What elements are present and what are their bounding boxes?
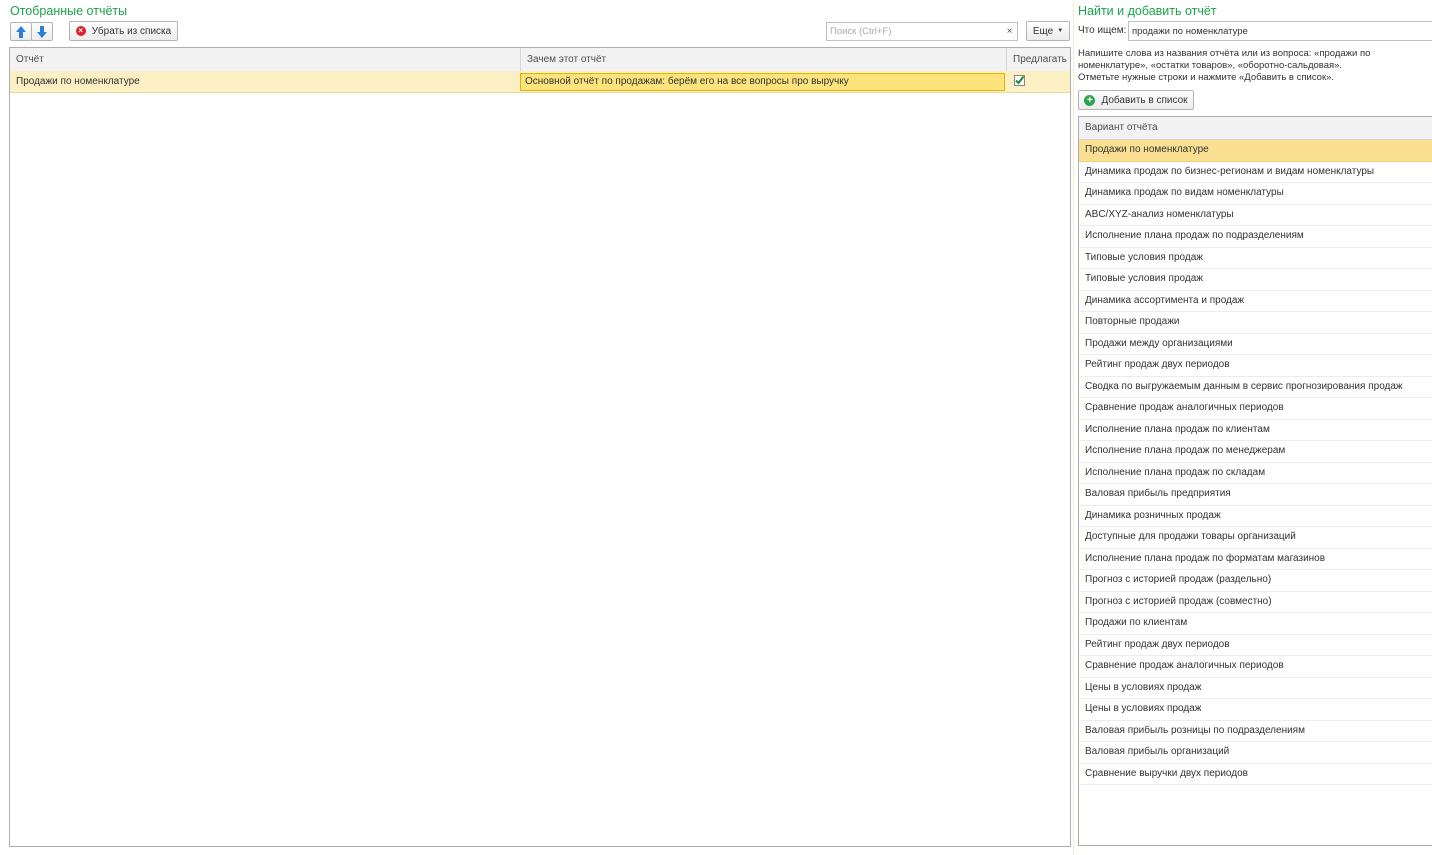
panel-divider — [1073, 0, 1074, 855]
more-label: Еще — [1032, 25, 1054, 37]
list-item[interactable]: Динамика розничных продаж — [1079, 506, 1432, 527]
list-item[interactable]: Повторные продажи — [1079, 312, 1432, 334]
report-variants-list[interactable]: Вариант отчёта Продажи по номенклатуре Ди… — [1078, 116, 1432, 846]
search-label: Что ищем: — [1078, 25, 1127, 36]
report-name-cell[interactable]: Продажи по номенклатуре — [10, 71, 520, 92]
list-item[interactable]: Исполнение плана продаж по складам — [1079, 463, 1432, 484]
chevron-down-icon: ▼ — [1057, 28, 1064, 34]
list-item[interactable]: Рейтинг продаж двух периодов — [1079, 355, 1432, 377]
table-header: Отчёт Зачем этот отчёт Предлагать — [10, 48, 1070, 72]
find-report-title: Найти и добавить отчёт — [1078, 4, 1217, 18]
add-to-list-button[interactable]: + Добавить в список — [1078, 90, 1194, 110]
selected-reports-table[interactable]: Отчёт Зачем этот отчёт Предлагать Продаж… — [9, 47, 1071, 847]
remove-from-list-button[interactable]: × Убрать из списка — [69, 21, 178, 41]
move-up-button[interactable] — [10, 22, 32, 41]
list-item[interactable]: ABC/XYZ-анализ номенклатуры — [1079, 205, 1432, 226]
list-item[interactable]: Типовые условия продаж — [1079, 248, 1432, 269]
suggest-checkbox[interactable] — [1014, 75, 1025, 86]
column-variant[interactable]: Вариант отчёта — [1079, 117, 1432, 140]
hint-text: Напишите слова из названия отчёта или из… — [1078, 48, 1370, 84]
clear-search-button[interactable]: × — [1002, 22, 1018, 41]
list-item[interactable]: Динамика продаж по бизнес-регионам и вид… — [1079, 162, 1432, 183]
column-suggest[interactable]: Предлагать — [1006, 48, 1070, 71]
hint-line: номенклатуре», «остатки товаров», «оборо… — [1078, 60, 1343, 71]
close-icon: × — [1006, 26, 1013, 37]
table-row[interactable]: Продажи по номенклатуре Основной отчёт п… — [10, 71, 1070, 93]
checkmark-icon — [1015, 75, 1025, 85]
more-button[interactable]: Еще ▼ — [1026, 21, 1070, 41]
arrow-up-icon — [16, 25, 26, 38]
remove-icon: × — [75, 26, 86, 36]
list-item[interactable]: Валовая прибыль организаций — [1079, 742, 1432, 764]
report-search-input[interactable] — [1128, 21, 1432, 41]
list-item[interactable]: Сравнение продаж аналогичных периодов — [1079, 398, 1432, 420]
hint-line: Напишите слова из названия отчёта или из… — [1078, 48, 1371, 59]
list-item[interactable]: Валовая прибыль предприятия — [1079, 484, 1432, 506]
remove-from-list-label: Убрать из списка — [91, 25, 172, 37]
list-item[interactable]: Сравнение продаж аналогичных периодов — [1079, 656, 1432, 678]
column-report[interactable]: Отчёт — [10, 48, 520, 71]
list-item[interactable]: Сравнение выручки двух периодов — [1079, 764, 1432, 785]
arrow-down-icon — [37, 25, 47, 38]
add-to-list-label: Добавить в список — [1101, 94, 1188, 106]
list-item[interactable]: Исполнение плана продаж по подразделения… — [1079, 226, 1432, 248]
list-item[interactable]: Исполнение плана продаж по клиентам — [1079, 420, 1432, 441]
list-item[interactable]: Прогноз с историей продаж (раздельно) — [1079, 570, 1432, 592]
list-item[interactable]: Типовые условия продаж — [1079, 269, 1432, 291]
list-item[interactable]: Доступные для продажи товары организаций — [1079, 527, 1432, 549]
list-item[interactable]: Исполнение плана продаж по форматам мага… — [1079, 549, 1432, 570]
hint-line: Отметьте нужные строки и нажмите «Добави… — [1078, 72, 1335, 83]
selected-reports-title: Отобранные отчёты — [10, 4, 128, 18]
move-down-button[interactable] — [31, 22, 53, 41]
list-item[interactable]: Цены в условиях продаж — [1079, 699, 1432, 721]
list-item[interactable]: Продажи по клиентам — [1079, 613, 1432, 635]
list-item[interactable]: Прогноз с историей продаж (совместно) — [1079, 592, 1432, 613]
list-item[interactable]: Динамика продаж по видам номенклатуры — [1079, 183, 1432, 205]
list-item[interactable]: Динамика ассортимента и продаж — [1079, 291, 1432, 312]
list-item[interactable]: Валовая прибыль розницы по подразделения… — [1079, 721, 1432, 742]
add-icon: + — [1084, 94, 1096, 106]
search-input[interactable] — [826, 22, 1003, 41]
variant-rows: Продажи по номенклатуре Динамика продаж п… — [1079, 140, 1432, 785]
list-item[interactable]: Сводка по выгружаемым данным в сервис пр… — [1079, 377, 1432, 398]
column-reason[interactable]: Зачем этот отчёт — [520, 48, 1006, 71]
list-item[interactable]: Рейтинг продаж двух периодов — [1079, 635, 1432, 656]
list-item[interactable]: Продажи между организациями — [1079, 334, 1432, 355]
reason-cell-editor[interactable]: Основной отчёт по продажам: берём его на… — [520, 73, 1005, 91]
list-item[interactable]: Цены в условиях продаж — [1079, 678, 1432, 699]
list-item[interactable]: Исполнение плана продаж по менеджерам — [1079, 441, 1432, 463]
list-item[interactable]: Продажи по номенклатуре — [1079, 140, 1432, 162]
